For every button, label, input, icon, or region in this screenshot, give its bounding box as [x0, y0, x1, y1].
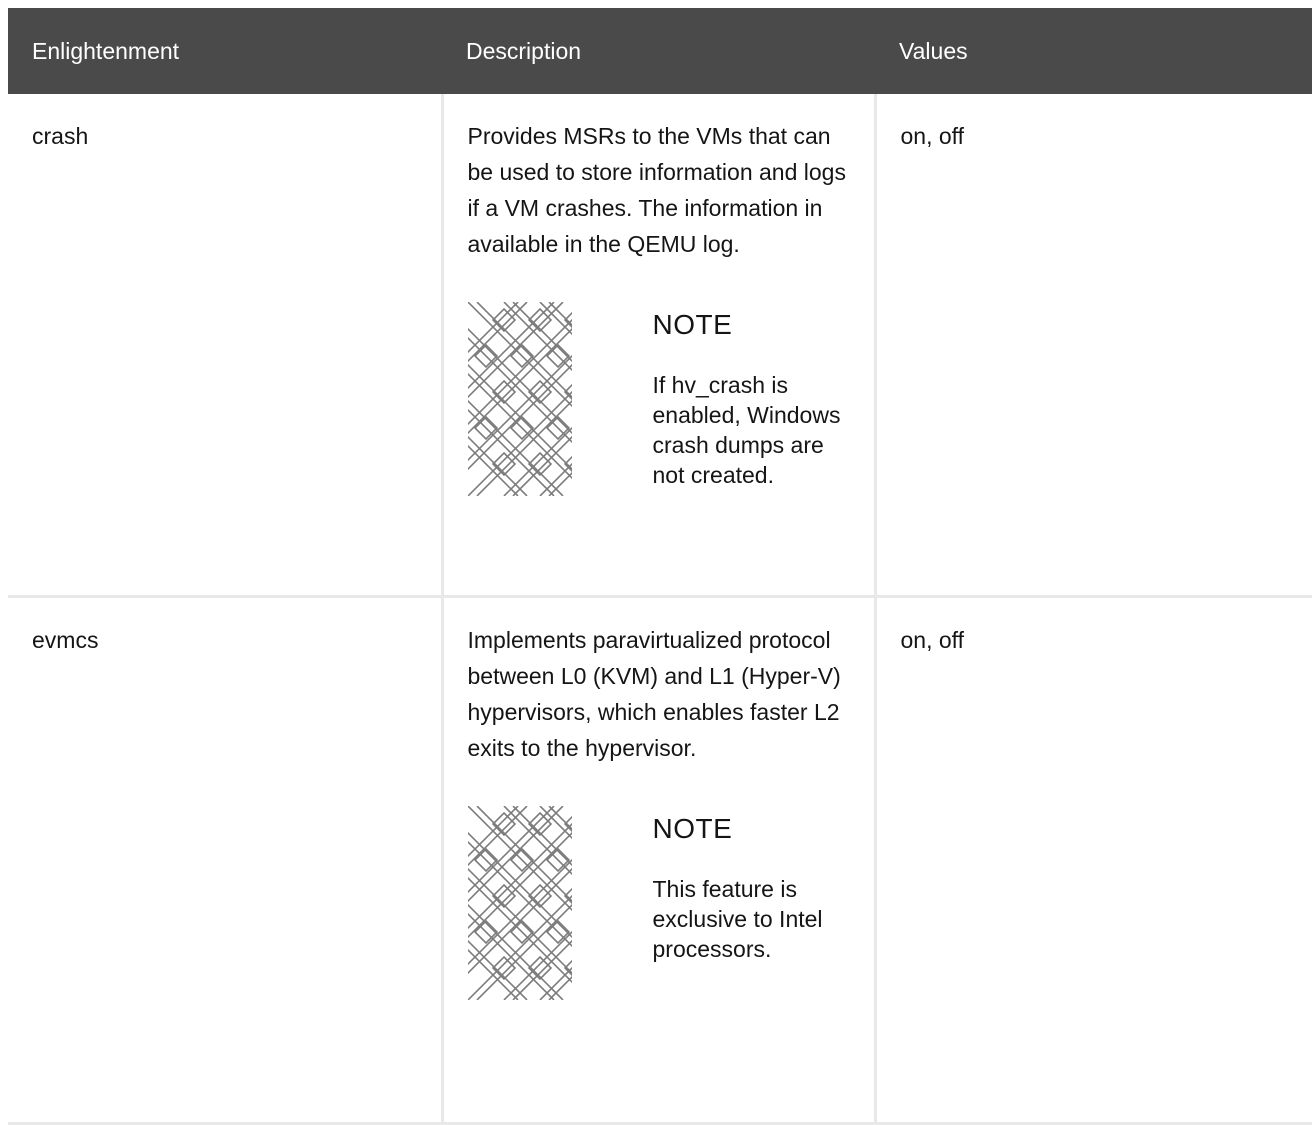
description-cell: Implements paravirtualized protocol betw… — [442, 596, 877, 1125]
note-pattern-icon — [467, 806, 572, 1000]
enlightenments-table: Enlightenment Description Values crash P… — [8, 8, 1312, 1125]
header-values: Values — [899, 37, 968, 64]
enlightenment-cell: evmcs — [8, 596, 444, 1125]
values-text: on, off — [900, 123, 965, 149]
note-pattern-icon — [467, 302, 572, 496]
description-cell: Provides MSRs to the VMs that can be use… — [442, 94, 877, 598]
description-text: Implements paravirtualized protocol betw… — [467, 627, 841, 761]
header-enlightenment: Enlightenment — [32, 37, 180, 64]
table-row: evmcs Implements paravirtualized protoco… — [8, 596, 1312, 1125]
note-text: If hv_crash is enabled, Windows crash du… — [652, 372, 841, 488]
enlightenment-name: crash — [32, 123, 89, 149]
table-header-row: Enlightenment Description Values — [8, 8, 1312, 94]
values-text: on, off — [900, 627, 965, 653]
table-row: crash Provides MSRs to the VMs that can … — [8, 94, 1312, 598]
values-cell: on, off — [875, 94, 1312, 598]
enlightenment-cell: crash — [8, 94, 444, 598]
note-body: NOTE If hv_crash is enabled, Windows cra… — [653, 302, 850, 490]
enlightenment-name: evmcs — [32, 627, 99, 653]
note-body: NOTE This feature is exclusive to Intel … — [653, 806, 850, 964]
note-title: NOTE — [652, 813, 733, 844]
note-title: NOTE — [652, 309, 733, 340]
note-admonition: NOTE This feature is exclusive to Intel … — [467, 806, 850, 1000]
values-cell: on, off — [875, 596, 1312, 1125]
header-description: Description — [466, 37, 582, 64]
note-text: This feature is exclusive to Intel proce… — [652, 876, 823, 962]
description-text: Provides MSRs to the VMs that can be use… — [467, 123, 846, 257]
note-admonition: NOTE If hv_crash is enabled, Windows cra… — [467, 302, 850, 496]
